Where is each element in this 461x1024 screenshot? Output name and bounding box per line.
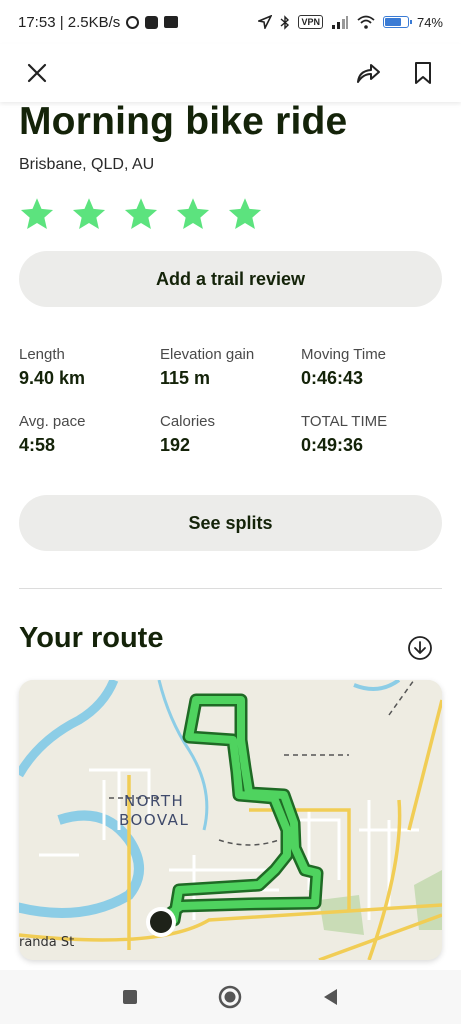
stat-item: TOTAL TIME 0:49:36 xyxy=(301,412,444,458)
star-icon[interactable] xyxy=(71,196,107,232)
square-icon xyxy=(123,990,138,1004)
stat-item: Avg. pace 4:58 xyxy=(19,412,160,458)
route-section-title: Your route xyxy=(19,622,164,654)
stat-value: 4:58 xyxy=(19,435,56,455)
stats-grid: Length 9.40 km Elevation gain 115 m Moving T… xyxy=(19,345,444,458)
stat-item: Elevation gain 115 m xyxy=(160,345,301,391)
star-icon[interactable] xyxy=(175,196,211,232)
status-time-speed: 17:53 | 2.5KB/s xyxy=(18,13,121,31)
star-icon[interactable] xyxy=(123,196,159,232)
stat-item: Calories 192 xyxy=(160,412,301,458)
triangle-back-icon xyxy=(323,989,337,1005)
bookmark-icon xyxy=(415,62,431,84)
status-bar: 17:53 | 2.5KB/s VPN 74% xyxy=(0,0,461,44)
add-trail-review-button[interactable]: Add a trail review xyxy=(19,251,442,307)
status-left: 17:53 | 2.5KB/s xyxy=(18,13,179,31)
map-suburb-label-1: NORTH xyxy=(124,792,184,810)
stat-label: TOTAL TIME xyxy=(301,413,388,430)
stat-item: Length 9.40 km xyxy=(19,345,160,391)
battery-percent: 74% xyxy=(416,14,443,30)
stat-label: Moving Time xyxy=(301,346,387,363)
home-button[interactable] xyxy=(210,977,250,1017)
battery-icon xyxy=(382,16,412,28)
share-icon xyxy=(357,64,380,83)
location-arrow-icon xyxy=(258,15,273,29)
see-splits-button[interactable]: See splits xyxy=(19,495,442,551)
close-icon xyxy=(27,63,47,83)
vpn-badge: VPN xyxy=(298,15,323,29)
download-route-button[interactable] xyxy=(406,634,434,662)
star-icon[interactable] xyxy=(227,196,263,232)
start-marker[interactable] xyxy=(150,911,172,933)
stat-value: 115 m xyxy=(160,368,211,388)
system-nav-bar xyxy=(0,970,461,1024)
stat-item: Moving Time 0:46:43 xyxy=(301,345,444,391)
park-area xyxy=(319,895,364,935)
recents-button[interactable] xyxy=(110,977,150,1017)
bookmark-button[interactable] xyxy=(407,57,439,89)
status-right: VPN 74% xyxy=(258,15,443,30)
bluetooth-icon xyxy=(280,14,290,30)
close-button[interactable] xyxy=(21,57,53,89)
message-icon xyxy=(164,16,179,28)
circle-icon xyxy=(219,985,242,1009)
activity-location: Brisbane, QLD, AU xyxy=(19,156,155,173)
divider xyxy=(19,588,442,589)
activity-title: Morning bike ride xyxy=(19,100,348,143)
wifi-icon xyxy=(357,15,375,29)
route-map-canvas[interactable]: NORTH BOOVAL randa St xyxy=(19,680,442,960)
download-icon xyxy=(408,636,432,660)
route-map[interactable]: NORTH BOOVAL randa St xyxy=(19,680,442,960)
rating-stars[interactable] xyxy=(19,196,263,232)
stat-label: Avg. pace xyxy=(19,413,86,430)
signal-icon xyxy=(331,15,348,29)
stat-label: Length xyxy=(19,346,65,363)
stat-label: Calories xyxy=(160,413,216,430)
whatsapp-icon xyxy=(126,15,140,29)
back-button[interactable] xyxy=(311,977,351,1017)
stat-value: 9.40 km xyxy=(19,368,86,388)
stat-value: 0:49:36 xyxy=(301,435,364,455)
star-icon[interactable] xyxy=(19,196,55,232)
stat-label: Elevation gain xyxy=(160,346,255,363)
map-suburb-label-2: BOOVAL xyxy=(119,811,189,829)
stat-value: 192 xyxy=(160,435,191,455)
app-notification-icon xyxy=(145,15,159,29)
stat-value: 0:46:43 xyxy=(301,368,364,388)
share-button[interactable] xyxy=(352,57,384,89)
top-app-bar xyxy=(0,44,461,102)
map-street-label: randa St xyxy=(19,935,74,950)
